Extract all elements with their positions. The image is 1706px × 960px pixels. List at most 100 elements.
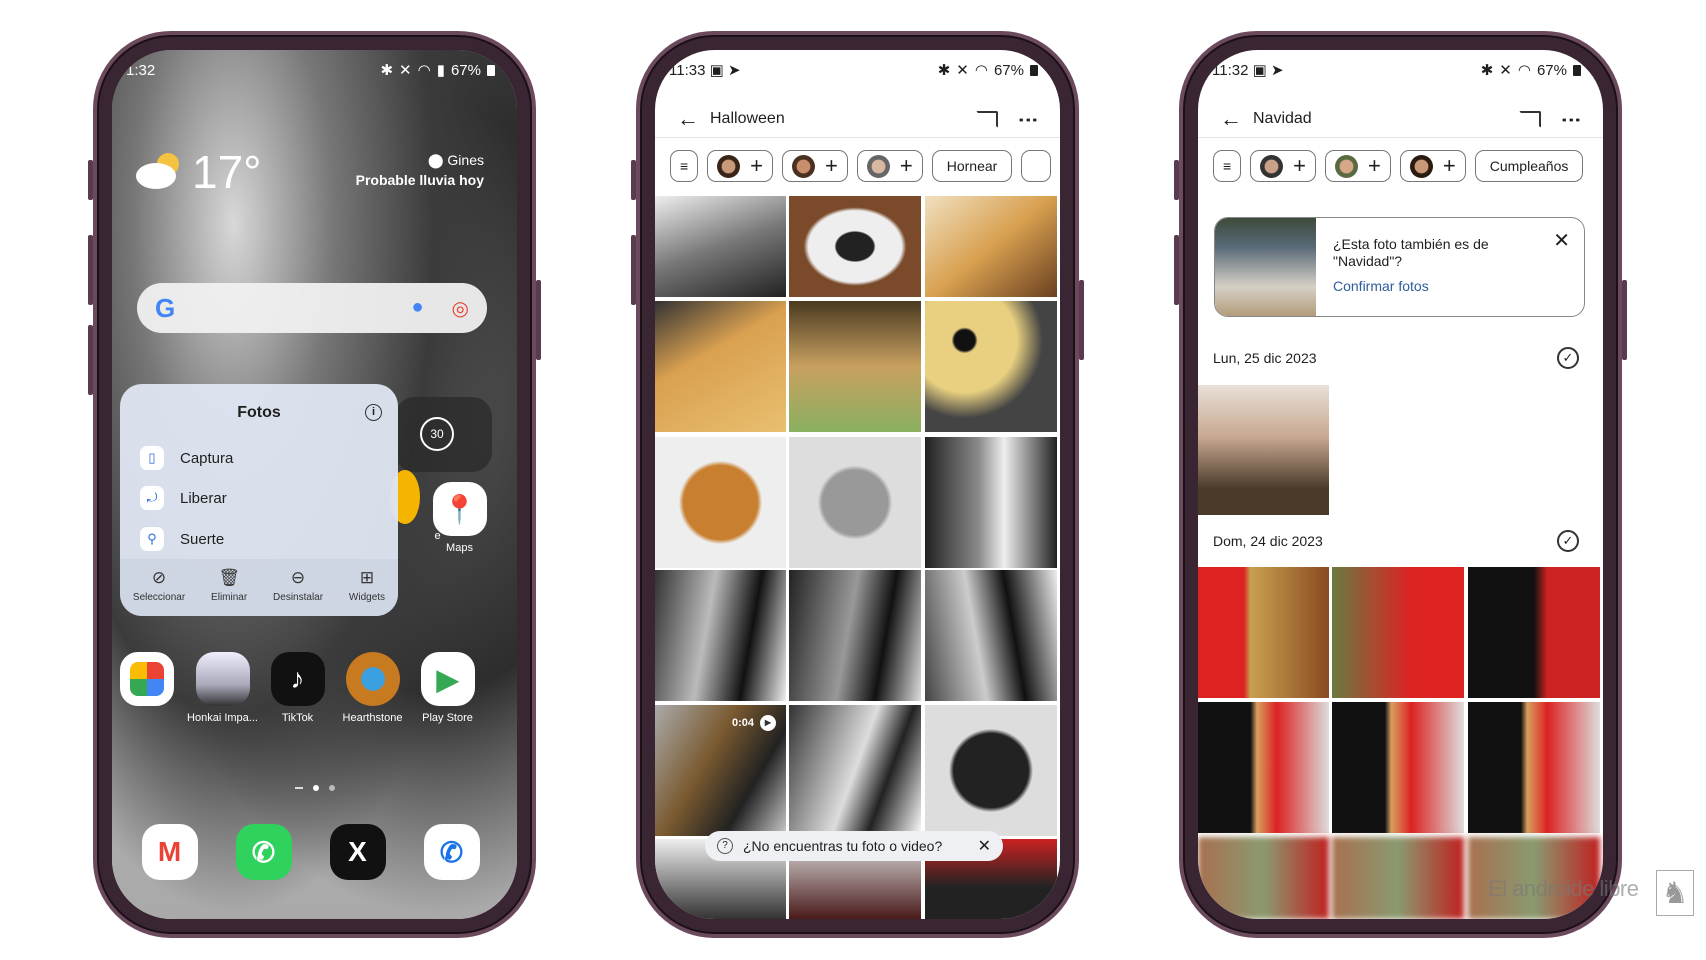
video-duration: 0:04 (731, 717, 754, 729)
action-eliminar[interactable]: 🗑 Eliminar (211, 569, 247, 616)
wifi-icon: ◠ (974, 62, 988, 79)
photo-thumbnail[interactable] (1198, 702, 1329, 833)
person-avatar (1260, 154, 1284, 178)
action-desinstalar[interactable]: ⊖ Desinstalar (273, 569, 323, 616)
help-pill-text: ¿No encuentras tu foto o video? (743, 838, 943, 854)
app-maps[interactable]: 📍 Maps (422, 482, 497, 554)
photo-thumbnail[interactable] (789, 705, 921, 836)
album-title: Halloween (710, 110, 785, 127)
close-icon[interactable]: ✕ (1553, 228, 1570, 253)
photo-thumbnail[interactable] (655, 570, 786, 701)
status-bar: 11:32 ▣ ➤ ✱ ✕ ◠ 67% (1212, 60, 1581, 80)
wifi-icon: ◠ (1517, 62, 1531, 79)
signal-icon: ▮ (436, 62, 445, 79)
help-pill[interactable]: ? ¿No encuentras tu foto o video? ✕ (705, 831, 1003, 861)
phone-home: 1:32 ✱ ✕ ◠ ▮ 67% 17° ⬤ Gines Probable lluvia… (88, 31, 541, 938)
person-avatar (1335, 154, 1359, 178)
photo-thumbnail[interactable] (1468, 567, 1600, 698)
plus-icon: + (825, 153, 838, 178)
gallery-icon: ▣ (709, 62, 724, 79)
photo-thumbnail[interactable] (789, 570, 921, 701)
select-day-check-icon[interactable]: ✓ (1557, 530, 1579, 552)
photo-thumbnail[interactable] (1468, 702, 1600, 833)
person-avatar (792, 154, 816, 178)
free-up-space-icon: ⤾ (140, 486, 164, 510)
dock-x[interactable]: X (320, 824, 395, 886)
photo-thumbnail[interactable] (1332, 837, 1464, 919)
weather-temperature[interactable]: 17° (192, 145, 262, 199)
weather-forecast: Probable lluvia hoy (355, 172, 484, 188)
photo-thumbnail[interactable] (1332, 702, 1464, 833)
dock-phone[interactable]: ✆ (414, 824, 489, 886)
confirm-photos-link[interactable]: Confirmar fotos (1333, 278, 1429, 294)
photo-thumbnail[interactable] (1198, 385, 1329, 515)
person-chip[interactable]: + (1250, 150, 1317, 182)
action-widgets[interactable]: ⊞ Widgets (349, 569, 385, 616)
album-screen-navidad: 11:32 ▣ ➤ ✱ ✕ ◠ 67% ← Navidad ⋮ ≡ + + + Cum… (1198, 50, 1603, 919)
chip-hornear[interactable]: Hornear (931, 150, 1013, 182)
photo-thumbnail[interactable] (1198, 567, 1329, 698)
back-arrow-icon[interactable]: ← (1220, 106, 1242, 132)
back-arrow-icon[interactable]: ← (677, 106, 699, 132)
photo-thumbnail[interactable] (655, 301, 786, 432)
dock-whatsapp[interactable]: ✆ (226, 824, 301, 886)
photo-thumbnail[interactable] (789, 196, 921, 297)
google-search-bar[interactable]: G ● ◎ (137, 283, 487, 333)
person-chip[interactable]: + (1325, 150, 1391, 182)
photo-thumbnail[interactable] (655, 196, 786, 297)
cast-icon[interactable] (976, 110, 998, 128)
lens-icon[interactable]: ◎ (452, 296, 469, 321)
select-day-check-icon[interactable]: ✓ (1557, 347, 1579, 369)
plus-icon: + (750, 153, 764, 178)
photo-thumbnail[interactable] (1198, 837, 1329, 919)
more-options-icon[interactable]: ⋮ (1016, 110, 1040, 128)
photo-thumbnail[interactable] (1332, 567, 1464, 698)
app-play-store[interactable]: ▶ Play Store (410, 652, 485, 724)
photo-thumbnail[interactable] (789, 437, 921, 568)
photo-thumbnail[interactable] (789, 301, 921, 432)
more-options-icon[interactable]: ⋮ (1559, 110, 1583, 128)
app-google-photos[interactable] (112, 652, 184, 712)
dock-gmail[interactable]: M (132, 824, 207, 886)
mic-icon[interactable]: ● (411, 296, 423, 321)
person-chip[interactable]: + (1399, 150, 1466, 182)
action-seleccionar[interactable]: ⊘ Seleccionar (133, 569, 185, 616)
photo-thumbnail[interactable] (925, 196, 1057, 297)
weather-location[interactable]: ⬤ Gines Probable lluvia hoy (356, 150, 484, 190)
help-icon: ? (717, 838, 733, 854)
app-tiktok[interactable]: ♪ TikTok (260, 652, 335, 724)
filter-button[interactable]: ≡ (1213, 150, 1242, 182)
app-hearthstone[interactable]: Hearthstone (335, 652, 410, 724)
filter-button[interactable]: ≡ (670, 150, 699, 182)
cast-icon[interactable] (1519, 110, 1541, 128)
person-chip[interactable]: + (782, 150, 848, 182)
photo-thumbnail[interactable] (925, 437, 1057, 568)
app-shortcut-menu: Fotos i ▯ Captura ⤾ Liberar ⚲ Suerte ⊘ Selec… (120, 384, 398, 616)
app-header: ← Halloween ⋮ (655, 100, 1060, 138)
photo-thumbnail[interactable] (655, 437, 786, 568)
shortcut-liberar[interactable]: ⤾ Liberar (140, 486, 227, 510)
close-icon[interactable]: ✕ (978, 836, 991, 856)
search-icon: ⚲ (140, 527, 164, 551)
plus-icon: + (1442, 153, 1456, 178)
whatsapp-icon: ✆ (235, 824, 292, 880)
phone-call-icon: ✆ (423, 824, 480, 880)
chip-partial[interactable] (1021, 150, 1052, 182)
info-icon[interactable]: i (365, 404, 382, 421)
shortcut-suerte[interactable]: ⚲ Suerte (140, 527, 224, 551)
suggestion-photo[interactable] (1215, 218, 1316, 316)
person-chip[interactable]: + (856, 150, 923, 182)
shortcut-captura[interactable]: ▯ Captura (140, 446, 233, 470)
photo-thumbnail[interactable]: 0:04 ▶ (655, 705, 786, 836)
app-honkai[interactable]: Honkai Impa... (185, 652, 260, 724)
photo-thumbnail[interactable] (925, 705, 1057, 836)
photo-thumbnail[interactable] (925, 570, 1057, 701)
widgets-icon: ⊞ (359, 568, 375, 587)
person-chip[interactable]: + (707, 150, 774, 182)
replay-30-icon[interactable]: 30 (420, 417, 454, 451)
photo-thumbnail[interactable] (925, 301, 1057, 432)
chip-cumpleanos[interactable]: Cumpleaños (1474, 150, 1584, 182)
media-widget[interactable]: 30 (395, 397, 492, 472)
android-logo-icon: ♞ (1656, 870, 1694, 916)
telegram-icon: ➤ (727, 62, 741, 79)
